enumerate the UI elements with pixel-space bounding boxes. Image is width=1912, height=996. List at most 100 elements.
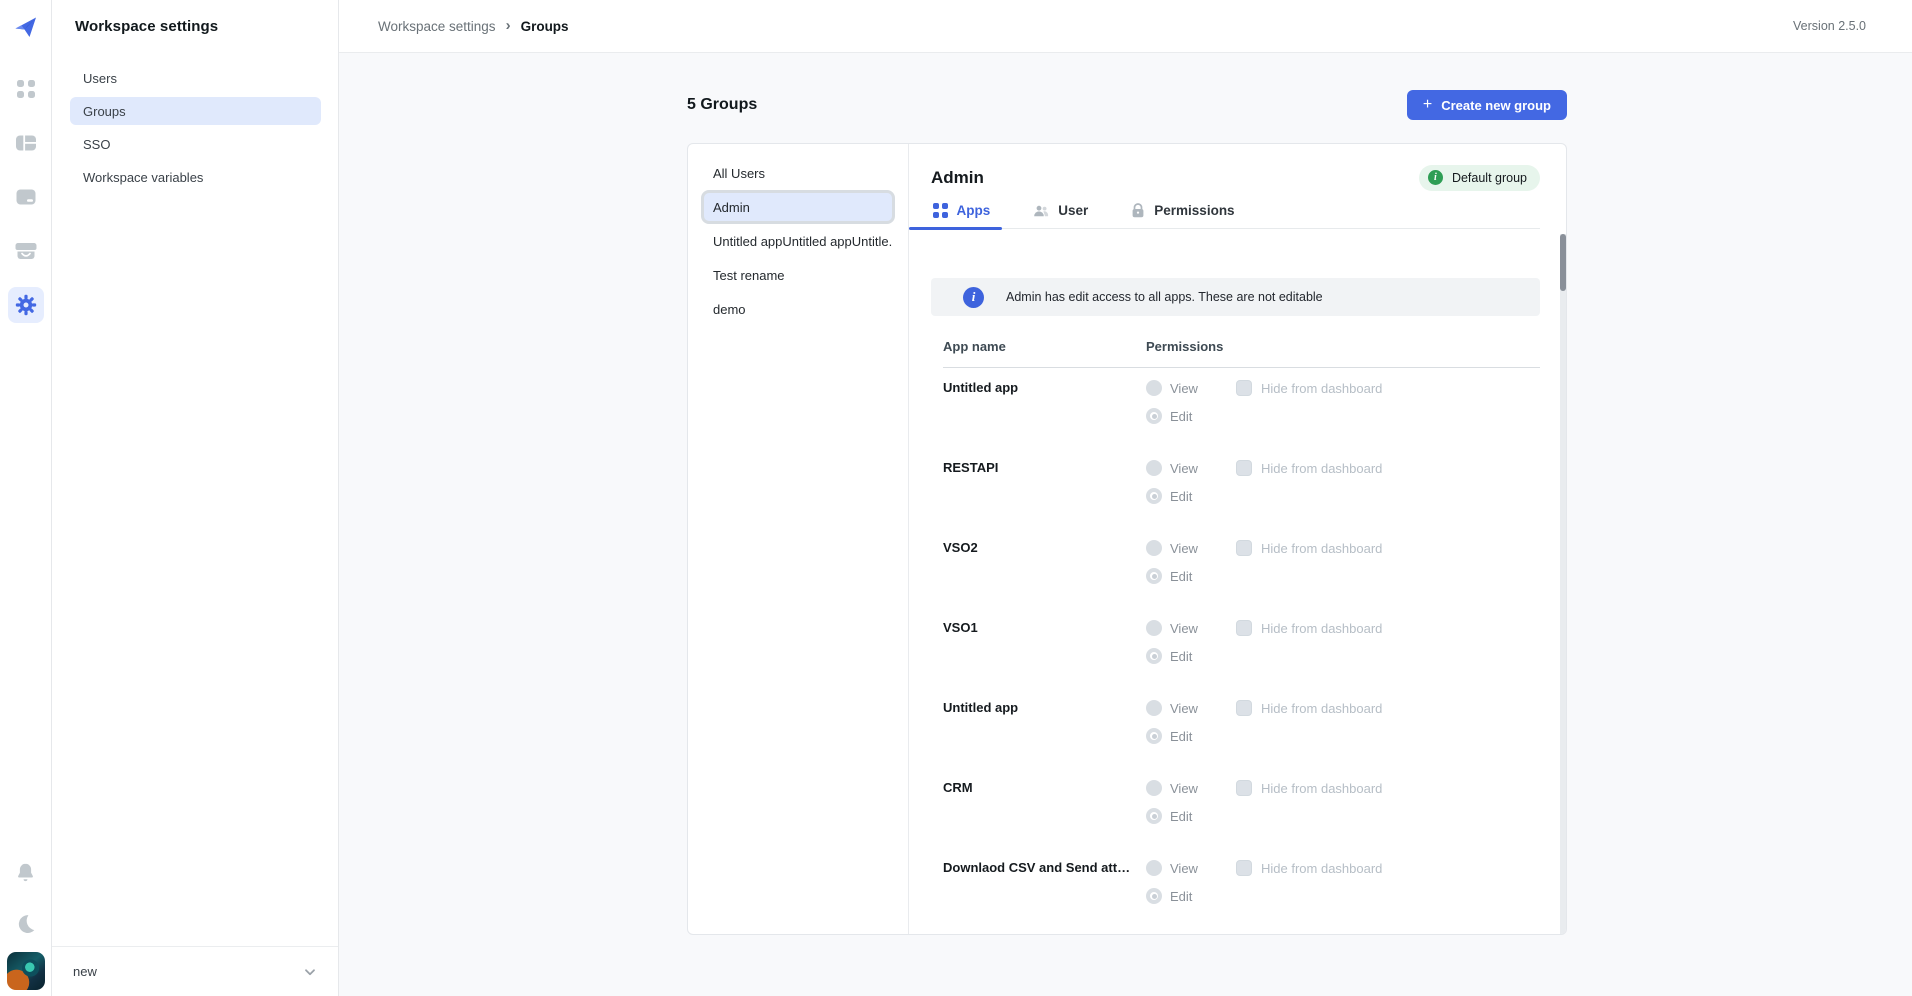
view-radio[interactable]	[1146, 460, 1162, 476]
edit-label: Edit	[1170, 569, 1192, 584]
blue-info-icon: i	[963, 287, 984, 308]
view-radio[interactable]	[1146, 860, 1162, 876]
breadcrumb-root[interactable]: Workspace settings	[378, 19, 496, 34]
groups-card: All Users Admin Untitled appUntitled app…	[687, 143, 1567, 935]
group-list: All Users Admin Untitled appUntitled app…	[688, 144, 909, 934]
create-new-group-button[interactable]: + Create new group	[1407, 90, 1567, 120]
workspace-switcher[interactable]: new	[52, 946, 338, 996]
table-row: Untitled app View Hide from dashboard	[943, 688, 1540, 768]
view-radio[interactable]	[1146, 540, 1162, 556]
sidebar-title: Workspace settings	[52, 0, 338, 35]
hide-from-dashboard-checkbox[interactable]	[1236, 540, 1252, 556]
sidebar-item-users[interactable]: Users	[70, 64, 321, 92]
apps-permissions-table: App name Permissions Untitled app View	[943, 339, 1540, 928]
edit-label: Edit	[1170, 489, 1192, 504]
table-row: Downlaod CSV and Send attac... View Hide…	[943, 848, 1540, 928]
hide-from-dashboard-checkbox[interactable]	[1236, 780, 1252, 796]
group-item-untitled[interactable]: Untitled appUntitled appUntitle...	[701, 224, 895, 258]
edit-label: Edit	[1170, 889, 1192, 904]
app-name: Untitled app	[943, 697, 1146, 768]
apps-grid-icon[interactable]	[8, 71, 44, 107]
grid-dots-icon	[17, 80, 35, 98]
tooljet-logo-icon[interactable]	[13, 14, 39, 40]
view-label: View	[1170, 861, 1228, 876]
groups-count: 5 Groups	[687, 96, 757, 114]
view-radio[interactable]	[1146, 620, 1162, 636]
table-header: App name Permissions	[943, 339, 1540, 368]
group-item-test-rename[interactable]: Test rename	[701, 258, 895, 292]
app-name: CRM	[943, 777, 1146, 848]
hide-from-dashboard-checkbox[interactable]	[1236, 460, 1252, 476]
app-name: Untitled app	[943, 377, 1146, 448]
notifications-bell-icon[interactable]	[0, 862, 51, 883]
users-icon	[1033, 204, 1049, 218]
tab-apps[interactable]: Apps	[931, 203, 990, 228]
edit-radio[interactable]	[1146, 408, 1162, 424]
app-name: RESTAPI	[943, 457, 1146, 528]
chevron-right-icon: ›	[506, 17, 511, 34]
edit-radio[interactable]	[1146, 488, 1162, 504]
hide-label: Hide from dashboard	[1261, 541, 1382, 556]
sidebar-item-workspace-variables[interactable]: Workspace variables	[70, 163, 321, 191]
hide-label: Hide from dashboard	[1261, 621, 1382, 636]
tab-permissions[interactable]: Permissions	[1129, 203, 1234, 228]
dark-mode-moon-icon[interactable]	[0, 913, 51, 934]
app-root: Workspace settings Users Groups SSO Work…	[0, 0, 1912, 996]
sidebar-item-groups[interactable]: Groups	[70, 97, 321, 125]
hide-from-dashboard-checkbox[interactable]	[1236, 620, 1252, 636]
icon-rail	[0, 0, 52, 996]
hide-label: Hide from dashboard	[1261, 781, 1382, 796]
hide-from-dashboard-checkbox[interactable]	[1236, 860, 1252, 876]
edit-radio[interactable]	[1146, 728, 1162, 744]
scrollbar-thumb[interactable]	[1560, 234, 1566, 291]
topbar: Workspace settings › Groups Version 2.5.…	[339, 0, 1912, 53]
settings-gear-icon[interactable]	[8, 287, 44, 323]
hide-label: Hide from dashboard	[1261, 701, 1382, 716]
view-label: View	[1170, 541, 1228, 556]
version-label: Version 2.5.0	[1793, 19, 1866, 33]
default-group-badge: i Default group	[1419, 165, 1540, 191]
table-row: VSO1 View Hide from dashboard	[943, 608, 1540, 688]
hide-label: Hide from dashboard	[1261, 861, 1382, 876]
breadcrumb: Workspace settings › Groups	[339, 19, 569, 34]
table-row: RESTAPI View Hide from dashboard	[943, 448, 1540, 528]
edit-radio[interactable]	[1146, 568, 1162, 584]
dashboards-icon[interactable]	[8, 125, 44, 161]
column-app-name: App name	[943, 339, 1146, 354]
view-label: View	[1170, 381, 1228, 396]
info-banner: i Admin has edit access to all apps. The…	[931, 278, 1540, 316]
group-item-admin[interactable]: Admin	[701, 190, 895, 224]
edit-radio[interactable]	[1146, 808, 1162, 824]
hide-from-dashboard-checkbox[interactable]	[1236, 700, 1252, 716]
group-item-all-users[interactable]: All Users	[701, 156, 895, 190]
edit-label: Edit	[1170, 649, 1192, 664]
app-name: Downlaod CSV and Send attac...	[943, 857, 1146, 928]
user-avatar[interactable]	[7, 952, 45, 990]
hide-from-dashboard-checkbox[interactable]	[1236, 380, 1252, 396]
edit-radio[interactable]	[1146, 888, 1162, 904]
database-icon[interactable]	[8, 179, 44, 215]
sidebar-item-sso[interactable]: SSO	[70, 130, 321, 158]
table-row: CRM View Hide from dashboard	[943, 768, 1540, 848]
group-item-demo[interactable]: demo	[701, 292, 895, 326]
vertical-scrollbar[interactable]	[1560, 234, 1566, 934]
view-radio[interactable]	[1146, 380, 1162, 396]
view-radio[interactable]	[1146, 780, 1162, 796]
lock-icon	[1131, 203, 1145, 218]
group-title: Admin	[931, 168, 984, 188]
edit-label: Edit	[1170, 409, 1192, 424]
marketplace-icon[interactable]	[8, 233, 44, 269]
apps-grid-icon	[933, 203, 948, 218]
view-label: View	[1170, 621, 1228, 636]
view-radio[interactable]	[1146, 700, 1162, 716]
info-banner-text: Admin has edit access to all apps. These…	[1006, 290, 1323, 304]
edit-radio[interactable]	[1146, 648, 1162, 664]
app-name: VSO2	[943, 537, 1146, 608]
sidebar-nav: Users Groups SSO Workspace variables	[52, 64, 338, 191]
settings-sidebar: Workspace settings Users Groups SSO Work…	[52, 0, 339, 996]
detail-tabs: Apps User	[931, 203, 1540, 229]
column-permissions: Permissions	[1146, 339, 1223, 354]
plus-icon: +	[1423, 97, 1432, 113]
tab-user[interactable]: User	[1031, 203, 1088, 228]
workspace-name: new	[73, 964, 97, 979]
